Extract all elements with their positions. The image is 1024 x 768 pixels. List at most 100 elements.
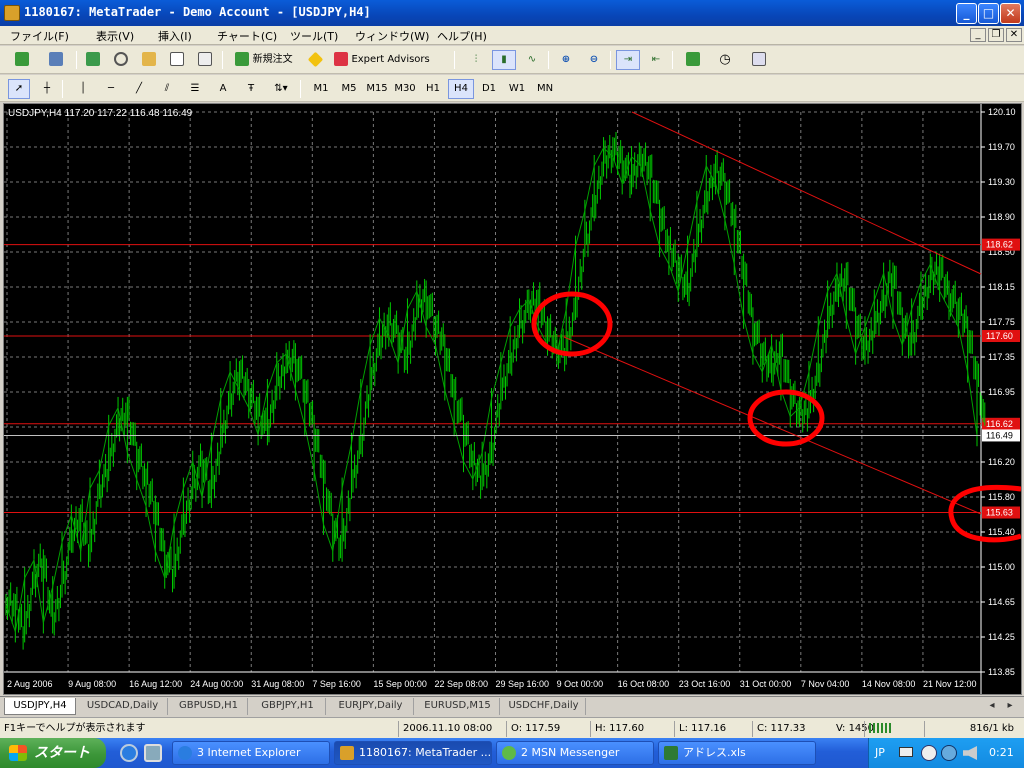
excel-icon: [664, 746, 678, 760]
tab-eurjpy-daily[interactable]: EURJPY,Daily: [328, 698, 414, 715]
chart-shift-icon: ⇤: [651, 54, 661, 65]
menu-insert[interactable]: 挿入(I): [158, 28, 192, 44]
text-label-button[interactable]: Ŧ: [240, 79, 262, 99]
arrows-button[interactable]: ⇅▾: [268, 79, 294, 99]
timeframe-m5[interactable]: M5: [336, 79, 362, 99]
indicators-button[interactable]: [678, 50, 708, 70]
menu-view[interactable]: 表示(V): [96, 28, 134, 44]
taskbar-item-excel[interactable]: アドレス.xls: [658, 741, 816, 765]
taskbar-item-label: 1180167: MetaTrader ...: [359, 746, 492, 759]
timeframe-d1[interactable]: D1: [476, 79, 502, 99]
new-order-button[interactable]: 新規注文: [228, 50, 300, 70]
maximize-button[interactable]: □: [978, 3, 999, 24]
y-tick-label: 116.20: [988, 457, 1015, 467]
tab-usdchf-daily[interactable]: USDCHF,Daily: [502, 698, 586, 715]
timeframe-mn[interactable]: MN: [532, 79, 558, 99]
market-watch-button[interactable]: [82, 50, 104, 70]
language-indicator[interactable]: JP: [875, 746, 885, 759]
fibonacci-button[interactable]: ☰: [184, 79, 206, 99]
periods-button[interactable]: ◷: [710, 50, 740, 70]
tab-usdcad-daily[interactable]: USDCAD,Daily: [78, 698, 168, 715]
ime-icon[interactable]: [921, 745, 937, 761]
mdi-close-button[interactable]: ✕: [1006, 28, 1022, 42]
cursor-button[interactable]: ➚: [8, 79, 30, 99]
mdi-minimize-button[interactable]: _: [970, 28, 986, 42]
new-chart-button[interactable]: [8, 50, 36, 70]
clock[interactable]: 0:21: [989, 746, 1014, 759]
close-button[interactable]: ✕: [1000, 3, 1021, 24]
x-tick-label: 22 Sep 08:00: [434, 679, 488, 689]
y-tick-label: 117.75: [988, 317, 1015, 327]
menu-window[interactable]: ウィンドウ(W): [355, 28, 429, 44]
start-button[interactable]: スタート: [0, 738, 106, 768]
menu-chart[interactable]: チャート(C): [217, 28, 277, 44]
menu-help[interactable]: ヘルプ(H): [437, 28, 487, 44]
auto-scroll-button[interactable]: ⇥: [616, 50, 640, 70]
windows-logo-icon: [9, 745, 27, 761]
profiles-button[interactable]: [42, 50, 70, 70]
x-tick-label: 15 Sep 00:00: [373, 679, 427, 689]
tab-gbpusd-h1[interactable]: GBPUSD,H1: [170, 698, 248, 715]
menu-tools[interactable]: ツール(T): [290, 28, 338, 44]
y-tick-label: 120.10: [988, 107, 1016, 117]
taskbar-item-msn-messenger[interactable]: 2 MSN Messenger: [496, 741, 654, 765]
zoom-in-icon: ⊕: [561, 54, 571, 65]
x-tick-label: 16 Oct 08:00: [618, 679, 670, 689]
strategy-tester-button[interactable]: [194, 50, 216, 70]
help-icon[interactable]: [941, 745, 957, 761]
alert-button[interactable]: [304, 50, 326, 70]
tab-gbpjpy-h1[interactable]: GBPJPY,H1: [250, 698, 326, 715]
price-chart[interactable]: 2 Aug 2006 9 Aug 08:00 16 Aug 12:00 24 Aug …: [3, 103, 1022, 695]
tab-scroll-right-icon[interactable]: ▸: [1002, 698, 1018, 715]
expert-advisors-button[interactable]: Expert Advisors: [330, 50, 434, 70]
terminal-button[interactable]: [138, 50, 160, 70]
vertical-line-button[interactable]: │: [72, 79, 94, 99]
taskbar-item-internet-explorer[interactable]: 3 Internet Explorer: [172, 741, 330, 765]
timeframe-h4[interactable]: H4: [448, 79, 474, 99]
quicklaunch-ie-icon[interactable]: [120, 744, 138, 762]
taskbar-item-metatrader[interactable]: 1180167: MetaTrader ...: [334, 741, 492, 765]
bar-chart-button[interactable]: ⫶: [464, 50, 488, 70]
keyboard-icon[interactable]: [899, 747, 913, 757]
trendline-button[interactable]: ╱: [128, 79, 150, 99]
y-tick-label: 116.95: [988, 387, 1015, 397]
status-high: H: 117.60: [590, 721, 674, 737]
timeframe-w1[interactable]: W1: [504, 79, 530, 99]
channel-icon: ⫽: [164, 83, 170, 94]
quicklaunch-desktop-icon[interactable]: [144, 744, 162, 762]
volume-icon[interactable]: [963, 746, 977, 760]
tab-scroll-left-icon[interactable]: ◂: [984, 698, 1000, 715]
horizontal-line-button[interactable]: ─: [100, 79, 122, 99]
candlestick-button[interactable]: ▮: [492, 50, 516, 70]
crosshair-icon: ┼: [43, 83, 51, 94]
tab-eurusd-m15[interactable]: EURUSD,M15: [416, 698, 500, 715]
magnifier-icon: [198, 52, 212, 66]
chart-shift-button[interactable]: ⇤: [644, 50, 668, 70]
equidistant-channel-button[interactable]: ⫽: [156, 79, 178, 99]
y-tick-label: 114.25: [988, 632, 1015, 642]
text-button[interactable]: A: [212, 79, 234, 99]
text-tool-label: A: [219, 83, 227, 94]
line-chart-button[interactable]: ∿: [520, 50, 544, 70]
x-tick-label: 2 Aug 2006: [7, 679, 53, 689]
minimize-button[interactable]: _: [956, 3, 977, 24]
crosshair-button[interactable]: ┼: [36, 79, 58, 99]
window-icon: [170, 52, 184, 66]
tab-usdjpy-h4[interactable]: USDJPY,H4: [4, 698, 76, 715]
zoom-in-button[interactable]: ⊕: [554, 50, 578, 70]
timeframe-h1[interactable]: H1: [420, 79, 446, 99]
y-tick-label: 119.70: [988, 142, 1015, 152]
data-window-button[interactable]: [166, 50, 188, 70]
timeframe-m30[interactable]: M30: [392, 79, 418, 99]
mdi-restore-button[interactable]: ❐: [988, 28, 1004, 42]
current-price-label: 116.49: [986, 430, 1013, 440]
timeframe-m15[interactable]: M15: [364, 79, 390, 99]
timeframe-m1[interactable]: M1: [308, 79, 334, 99]
templates-button[interactable]: [744, 50, 774, 70]
zoom-out-button[interactable]: ⊖: [582, 50, 606, 70]
menu-file[interactable]: ファイル(F): [10, 28, 69, 44]
start-label: スタート: [34, 745, 90, 761]
navigator-button[interactable]: [110, 50, 132, 70]
x-tick-label: 9 Oct 00:00: [557, 679, 604, 689]
templates-icon: [752, 52, 766, 66]
